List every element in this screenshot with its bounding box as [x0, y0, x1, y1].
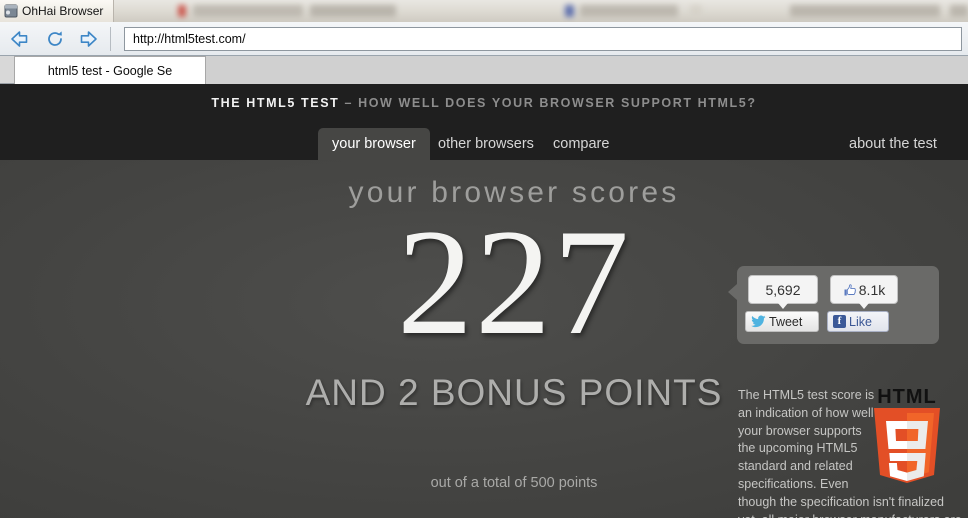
like-count-bubble: 8.1k [830, 275, 898, 309]
tweet-count-value: 5,692 [765, 281, 801, 298]
toolbar-divider [110, 27, 111, 51]
like-count-value: 8.1k [858, 281, 886, 298]
os-taskbar: OhHai Browser [0, 0, 968, 22]
html5-shield-icon [874, 408, 940, 483]
back-arrow-icon [11, 31, 28, 47]
page-viewport: THE HTML5 TEST – HOW WELL DOES YOUR BROW… [0, 84, 968, 518]
twitter-bird-icon [751, 315, 766, 328]
social-share-panel: 5,692 8.1k Tweet f Like [728, 266, 939, 344]
window-icon [4, 4, 18, 18]
tab-your-browser-label: your browser [332, 136, 416, 152]
html5-shield-logo: HTML [866, 386, 948, 483]
tab-strip: html5 test - Google Se [0, 56, 968, 84]
browser-tab-html5test[interactable]: html5 test - Google Se [14, 56, 206, 84]
forward-button[interactable] [76, 26, 102, 52]
browser-toolbar: http://html5test.com/ [0, 22, 968, 56]
app-title: OhHai Browser [22, 4, 104, 18]
site-brand: THE HTML5 TEST [211, 96, 340, 110]
tweet-button-label: Tweet [769, 314, 803, 329]
tab-about-the-test[interactable]: about the test [835, 128, 951, 160]
site-header: THE HTML5 TEST – HOW WELL DOES YOUR BROW… [0, 84, 968, 160]
site-tagline-rest: – HOW WELL DOES YOUR BROWSER SUPPORT HTM… [339, 96, 757, 110]
score-hero: your browser scores 227 AND 2 BONUS POIN… [0, 160, 968, 518]
forward-arrow-icon [80, 31, 97, 47]
address-bar-text: http://html5test.com/ [133, 32, 246, 46]
tab-strip-filler [206, 56, 968, 84]
site-nav: your browser other browsers compare abou… [0, 128, 968, 160]
html5-logo-word: HTML [877, 386, 937, 408]
like-button-label: Like [849, 314, 872, 329]
like-button[interactable]: f Like [827, 311, 889, 332]
browser-window: OhHai Browser http://html5test.com/ html… [0, 0, 968, 518]
reload-button[interactable] [42, 26, 68, 52]
tab-your-browser[interactable]: your browser [318, 128, 430, 160]
address-bar[interactable]: http://html5test.com/ [124, 27, 962, 51]
taskbar-app-button[interactable]: OhHai Browser [0, 0, 115, 22]
tab-about-the-test-label: about the test [849, 136, 937, 152]
reload-icon [48, 31, 62, 46]
tweet-count-bubble: 5,692 [748, 275, 818, 309]
thumbs-up-icon [844, 283, 856, 295]
tweet-button[interactable]: Tweet [745, 311, 819, 332]
tab-compare-label: compare [553, 136, 610, 152]
taskbar-background-blur [0, 0, 968, 22]
tab-compare[interactable]: compare [539, 128, 623, 160]
tab-other-browsers[interactable]: other browsers [424, 128, 548, 160]
browser-tab-label: html5 test - Google Se [47, 63, 173, 78]
site-tagline: THE HTML5 TEST – HOW WELL DOES YOUR BROW… [0, 96, 968, 110]
back-button[interactable] [6, 26, 32, 52]
facebook-f-icon: f [833, 315, 846, 328]
tab-other-browsers-label: other browsers [438, 136, 534, 152]
